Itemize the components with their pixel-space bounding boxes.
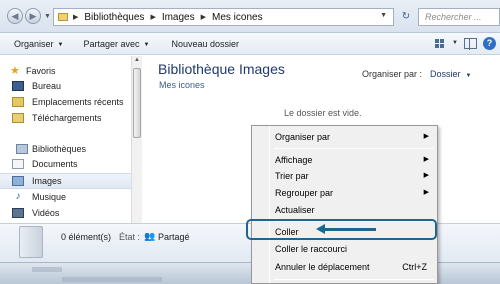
breadcrumb-separator-icon[interactable]: ▶ bbox=[150, 13, 155, 21]
search-placeholder: Rechercher ... bbox=[425, 12, 482, 22]
address-bar[interactable]: ▶ Bibliothèques ▶ Images ▶ Mes icones ▼ bbox=[53, 8, 394, 26]
organize-label: Organiser bbox=[14, 38, 54, 49]
menu-item-undo-move[interactable]: Annuler le déplacement Ctrl+Z bbox=[253, 258, 437, 276]
arrange-by-value: Dossier bbox=[430, 69, 461, 79]
menu-item-paste-shortcut[interactable]: Coller le raccourci bbox=[253, 240, 437, 258]
scroll-up-icon[interactable]: ▲ bbox=[134, 57, 140, 63]
back-arrow-icon[interactable]: ◀ bbox=[7, 8, 23, 24]
nav-item-downloads[interactable]: Téléchargements bbox=[12, 113, 102, 123]
preview-pane-icon[interactable] bbox=[464, 38, 477, 50]
menu-item-refresh[interactable]: Actualiser bbox=[253, 201, 437, 219]
library-subtitle: Mes icones bbox=[159, 80, 205, 90]
menu-item-label: Organiser par bbox=[275, 132, 331, 142]
nav-item-label: Bureau bbox=[32, 81, 62, 91]
refresh-icon[interactable]: ↻ bbox=[398, 8, 414, 26]
share-with-button[interactable]: Partager avec ▼ bbox=[83, 39, 149, 49]
breadcrumb-my-icons[interactable]: Mes icones bbox=[212, 12, 263, 23]
nav-item-label: Images bbox=[32, 176, 62, 186]
arrange-by-dropdown[interactable]: Dossier ▼ bbox=[430, 69, 471, 79]
nav-item-label: Vidéos bbox=[32, 208, 60, 218]
breadcrumb-separator-icon: ▶ bbox=[73, 14, 79, 21]
menu-item-label: Regrouper par bbox=[275, 188, 334, 198]
empty-folder-icon bbox=[19, 226, 43, 258]
music-icon: ♪ bbox=[15, 191, 21, 202]
submenu-arrow-icon: ▶ bbox=[423, 133, 429, 140]
menu-item-group-by[interactable]: Regrouper par ▶ bbox=[253, 184, 437, 202]
documents-icon bbox=[12, 159, 24, 169]
library-icon bbox=[16, 144, 28, 154]
library-header: Bibliothèque Images Mes icones Organiser… bbox=[143, 56, 500, 96]
empty-folder-message: Le dossier est vide. bbox=[284, 108, 362, 118]
state-label: État : bbox=[119, 232, 141, 242]
scrollbar-thumb[interactable] bbox=[133, 68, 141, 138]
menu-item-label: Actualiser bbox=[275, 205, 315, 215]
downloads-icon bbox=[12, 113, 24, 123]
images-icon bbox=[12, 176, 24, 186]
star-icon: ★ bbox=[10, 65, 20, 77]
nav-favorites[interactable]: ★ Favoris bbox=[10, 65, 56, 77]
library-title: Bibliothèque Images bbox=[158, 61, 285, 77]
state-value: Partagé bbox=[158, 232, 190, 242]
forward-arrow-icon[interactable]: ▶ bbox=[25, 8, 41, 24]
menu-item-label: Trier par bbox=[275, 171, 309, 181]
item-count: 0 élément(s) bbox=[61, 232, 112, 242]
nav-item-desktop[interactable]: Bureau bbox=[12, 81, 61, 91]
chevron-down-icon: ▼ bbox=[143, 41, 150, 48]
submenu-arrow-icon: ▶ bbox=[423, 172, 429, 179]
menu-separator bbox=[274, 279, 434, 280]
command-bar: Organiser ▼ Partager avec ▼ Nouveau dossie… bbox=[0, 33, 500, 55]
submenu-arrow-icon: ▶ bbox=[423, 189, 429, 196]
menu-item-label: Affichage bbox=[275, 155, 313, 165]
nav-libraries-label: Bibliothèques bbox=[32, 144, 87, 154]
history-dropdown-icon[interactable]: ▼ bbox=[44, 13, 51, 20]
submenu-arrow-icon: ▶ bbox=[423, 156, 429, 163]
nav-item-label: Téléchargements bbox=[32, 113, 102, 123]
context-menu: Organiser par ▶ Affichage ▶ Trier par ▶ … bbox=[251, 125, 438, 284]
videos-icon bbox=[12, 208, 24, 218]
share-with-label: Partager avec bbox=[83, 38, 140, 49]
help-icon[interactable]: ? bbox=[483, 36, 496, 50]
nav-item-images[interactable]: Images bbox=[12, 176, 62, 186]
new-folder-button[interactable]: Nouveau dossier bbox=[171, 39, 239, 49]
search-input[interactable]: Rechercher ... bbox=[418, 8, 500, 26]
folder-icon bbox=[58, 13, 68, 21]
menu-separator bbox=[274, 148, 434, 149]
menu-item-sort-by[interactable]: Trier par ▶ bbox=[253, 167, 437, 185]
nav-item-recent-places[interactable]: Emplacements récents bbox=[12, 97, 124, 107]
navigation-pane: ★ Favoris Bureau Emplacements récents Té… bbox=[0, 56, 131, 223]
blurred-text bbox=[62, 277, 162, 282]
menu-item-label: Coller le raccourci bbox=[275, 244, 348, 254]
nav-item-label: Musique bbox=[32, 192, 67, 202]
nav-item-videos[interactable]: Vidéos bbox=[12, 208, 59, 218]
pointer-arrow-shaft bbox=[324, 228, 376, 231]
blurred-text bbox=[32, 267, 62, 272]
shared-users-icon: 👥 bbox=[144, 231, 156, 241]
chevron-down-icon: ▼ bbox=[465, 73, 472, 79]
chevron-down-icon: ▼ bbox=[57, 41, 64, 48]
nav-item-label: Emplacements récents bbox=[32, 97, 124, 107]
nav-item-label: Documents bbox=[32, 159, 78, 169]
nav-favorites-label: Favoris bbox=[26, 66, 56, 76]
change-view-icon[interactable] bbox=[432, 36, 446, 50]
nav-item-music[interactable]: ♪ Musique bbox=[12, 191, 67, 203]
view-dropdown-icon[interactable]: ▼ bbox=[452, 40, 458, 46]
menu-item-label: Annuler le déplacement bbox=[275, 262, 370, 272]
breadcrumb-separator-icon[interactable]: ▶ bbox=[201, 13, 206, 21]
menu-item-arrange-by[interactable]: Organiser par ▶ bbox=[253, 128, 437, 146]
organize-button[interactable]: Organiser ▼ bbox=[14, 39, 63, 49]
sidebar-scrollbar[interactable]: ▲ bbox=[131, 56, 142, 223]
recent-places-icon bbox=[12, 97, 24, 107]
nav-item-documents[interactable]: Documents bbox=[12, 159, 78, 169]
nav-libraries[interactable]: Bibliothèques bbox=[16, 144, 86, 154]
desktop-icon bbox=[12, 81, 24, 91]
address-row: ◀ ▶ ▼ ▶ Bibliothèques ▶ Images ▶ Mes ico… bbox=[0, 0, 500, 33]
menu-item-shortcut: Ctrl+Z bbox=[402, 262, 427, 272]
address-dropdown-icon[interactable]: ▼ bbox=[380, 12, 387, 19]
arrange-by-label: Organiser par : bbox=[362, 69, 423, 79]
breadcrumb-libraries[interactable]: Bibliothèques bbox=[84, 12, 144, 23]
breadcrumb-images[interactable]: Images bbox=[162, 12, 195, 23]
